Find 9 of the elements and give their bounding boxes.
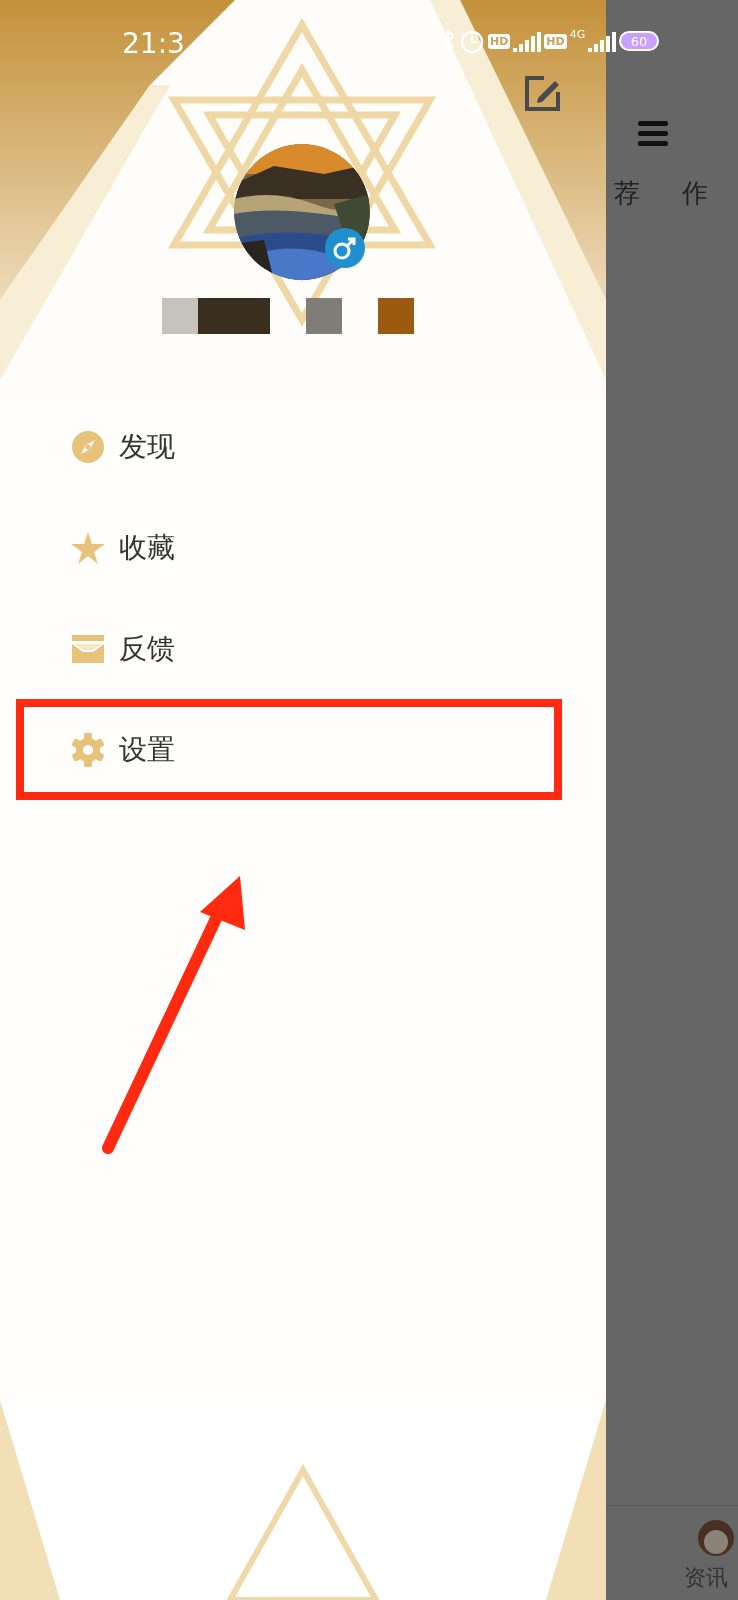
menu-item[interactable]: 收藏 [16,497,562,598]
category-label: 作 [682,177,708,210]
network-label: 4G [569,28,586,41]
category-label: 荐 [614,177,640,210]
menu-item[interactable]: 设置 [16,699,562,800]
status-time: 21:3 [122,26,185,60]
battery-icon: 60 [619,30,660,52]
menu-item[interactable]: 反馈 [16,598,562,699]
menu-item[interactable]: 发现 [16,396,562,497]
